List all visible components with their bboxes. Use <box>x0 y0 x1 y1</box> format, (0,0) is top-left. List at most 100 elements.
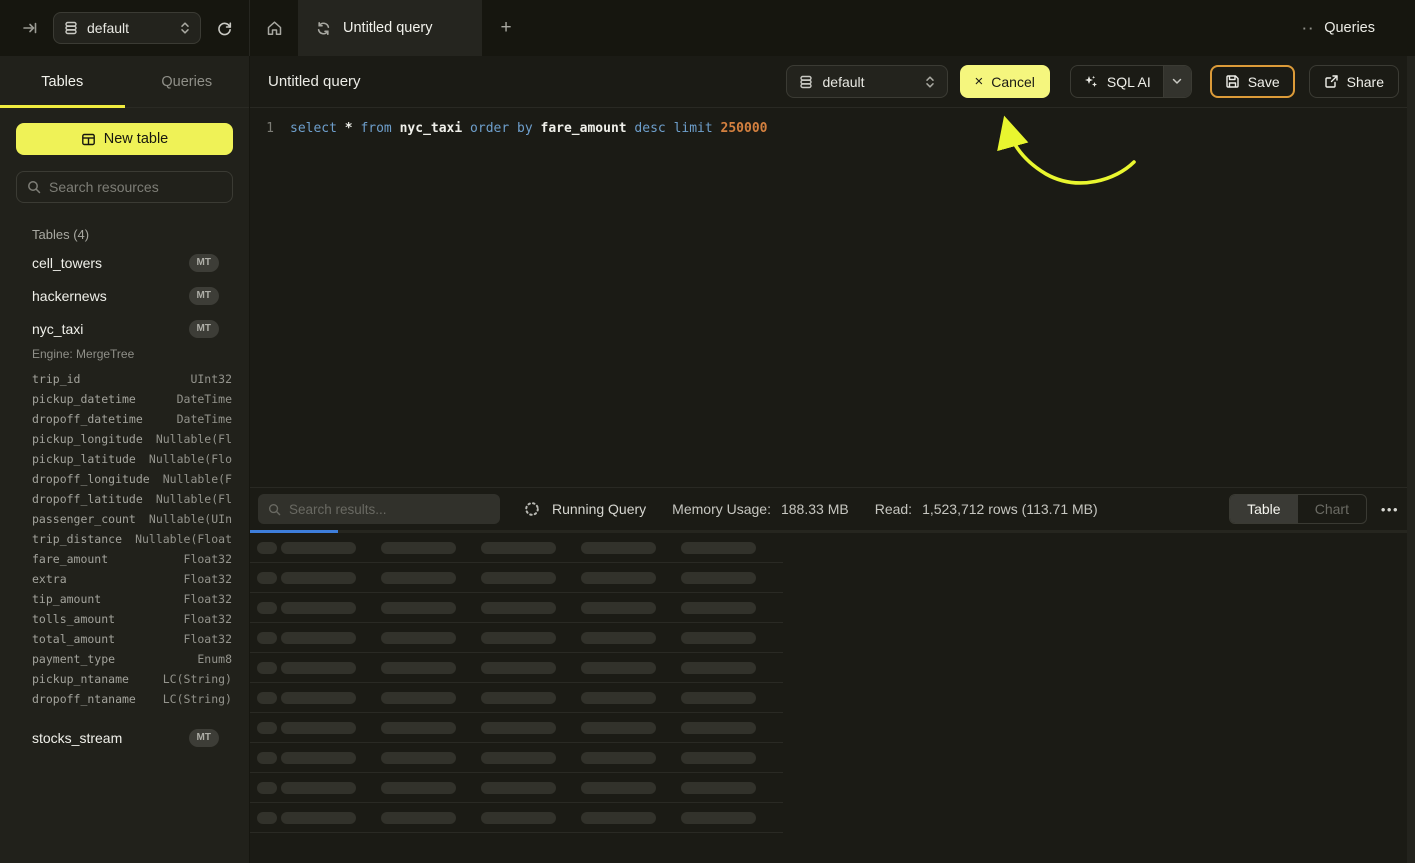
refresh-icon <box>216 20 233 37</box>
sql-ai-dropdown-button[interactable] <box>1163 66 1191 97</box>
query-database-selector[interactable]: default <box>786 65 948 98</box>
new-tab-button[interactable]: + <box>482 0 530 56</box>
column-name: passenger_count <box>32 512 136 526</box>
topbar-spacer <box>530 0 1303 56</box>
topbar-database-selector[interactable]: default <box>53 12 201 44</box>
skeleton-cell <box>281 662 356 674</box>
column-row: total_amount Float32 <box>0 629 249 649</box>
search-icon <box>27 180 41 194</box>
table-columns: trip_idUInt32pickup_datetimeDateTimedrop… <box>0 365 249 717</box>
skeleton-row <box>250 743 783 773</box>
skeleton-cell <box>681 812 756 824</box>
sql-ai-button[interactable]: SQL AI <box>1071 66 1163 97</box>
table-list-item[interactable]: stocks_streamMT <box>0 721 249 754</box>
skeleton-row <box>250 653 783 683</box>
cancel-button-label: Cancel <box>991 74 1035 90</box>
column-type: Float32 <box>184 552 232 566</box>
sql-editor[interactable]: 1 select * from nyc_taxi order by fare_a… <box>250 108 1415 487</box>
query-progress-track <box>250 530 1415 533</box>
skeleton-cell <box>481 632 556 644</box>
save-icon <box>1225 74 1240 89</box>
memory-usage-label: Memory Usage: <box>672 501 771 517</box>
main-panel: Untitled query default × Cancel <box>250 56 1415 863</box>
skeleton-cell <box>381 632 456 644</box>
skeleton-cell <box>281 542 356 554</box>
skeleton-row <box>250 773 783 803</box>
skeleton-cell <box>581 602 656 614</box>
column-row: pickup_ntanameLC(String) <box>0 669 249 689</box>
skeleton-cell <box>381 572 456 584</box>
column-name: pickup_datetime <box>32 392 136 406</box>
new-table-button[interactable]: New table <box>16 123 233 155</box>
query-title: Untitled query <box>268 73 776 90</box>
toggle-table[interactable]: Table <box>1230 495 1298 523</box>
column-row: extra Float32 <box>0 569 249 589</box>
skeleton-row <box>250 593 783 623</box>
topbar-sidebar-section: default <box>0 0 250 56</box>
skeleton-cell <box>481 812 556 824</box>
code-line: 1 select * from nyc_taxi order by fare_a… <box>250 120 1415 138</box>
toggle-chart[interactable]: Chart <box>1298 495 1366 523</box>
more-options-button[interactable]: ••• <box>1381 502 1399 517</box>
column-type: Float32 <box>184 572 232 586</box>
skeleton-cell <box>381 812 456 824</box>
skeleton-cell <box>381 662 456 674</box>
save-button-label: Save <box>1248 74 1280 90</box>
collapse-sidebar-button[interactable] <box>20 18 40 38</box>
search-resources-input[interactable] <box>49 179 222 195</box>
skeleton-cell <box>681 782 756 794</box>
skeleton-row <box>250 533 783 563</box>
new-table-label: New table <box>104 131 168 147</box>
skeleton-cell <box>381 542 456 554</box>
table-list-item[interactable]: nyc_taxiMT <box>0 312 249 345</box>
skeleton-cell <box>681 602 756 614</box>
column-type: Nullable(Flo <box>149 452 232 466</box>
sidebar-tab-tables[interactable]: Tables <box>0 56 125 107</box>
table-list-item[interactable]: cell_towersMT <box>0 246 249 279</box>
column-row: trip_idUInt32 <box>0 369 249 389</box>
skeleton-cell <box>481 692 556 704</box>
cancel-button[interactable]: × Cancel <box>960 65 1050 98</box>
results-skeleton <box>250 533 783 863</box>
home-tab[interactable] <box>250 0 298 56</box>
queries-link[interactable]: ·· Queries <box>1303 0 1415 56</box>
skeleton-cell <box>281 812 356 824</box>
sql-ai-split-button: SQL AI <box>1070 65 1192 98</box>
topbar: default Untitled query <box>0 0 1415 56</box>
skeleton-cell <box>257 602 277 614</box>
sql-token: desc <box>634 121 665 136</box>
column-type: Float32 <box>184 632 232 646</box>
sidebar-tab-queries-label: Queries <box>161 74 212 90</box>
sidebar: Tables Queries New table Tables (4) cell… <box>0 56 250 863</box>
tab-untitled-query[interactable]: Untitled query <box>298 0 482 56</box>
skeleton-cell <box>257 692 277 704</box>
column-row: passenger_countNullable(UIn <box>0 509 249 529</box>
skeleton-cell <box>257 632 277 644</box>
table-list-item[interactable]: hackernewsMT <box>0 279 249 312</box>
tables-section-label: Tables (4) <box>32 227 249 242</box>
skeleton-cell <box>381 752 456 764</box>
scrollbar-track[interactable] <box>1407 56 1415 863</box>
table-engine-label: Engine: MergeTree <box>0 345 249 365</box>
sidebar-tab-queries[interactable]: Queries <box>125 56 250 107</box>
column-name: extra <box>32 572 67 586</box>
column-name: total_amount <box>32 632 115 646</box>
save-button[interactable]: Save <box>1210 65 1295 98</box>
search-results-input[interactable] <box>289 502 490 517</box>
skeleton-cell <box>581 782 656 794</box>
skeleton-cell <box>481 542 556 554</box>
code-line-content: select * from nyc_taxi order by fare_amo… <box>290 120 768 138</box>
home-icon <box>266 20 283 37</box>
share-button[interactable]: Share <box>1309 65 1399 98</box>
column-row: fare_amount Float32 <box>0 549 249 569</box>
table-name: nyc_taxi <box>32 321 189 337</box>
sql-token: 250000 <box>721 121 768 136</box>
skeleton-cell <box>481 782 556 794</box>
table-engine-badge: MT <box>189 729 219 747</box>
column-name: tolls_amount <box>32 612 115 626</box>
tab-label: Untitled query <box>343 20 432 36</box>
refresh-button[interactable] <box>214 18 235 39</box>
table-name: stocks_stream <box>32 730 189 746</box>
column-name: fare_amount <box>32 552 108 566</box>
sql-token: fare_amount <box>541 121 627 136</box>
